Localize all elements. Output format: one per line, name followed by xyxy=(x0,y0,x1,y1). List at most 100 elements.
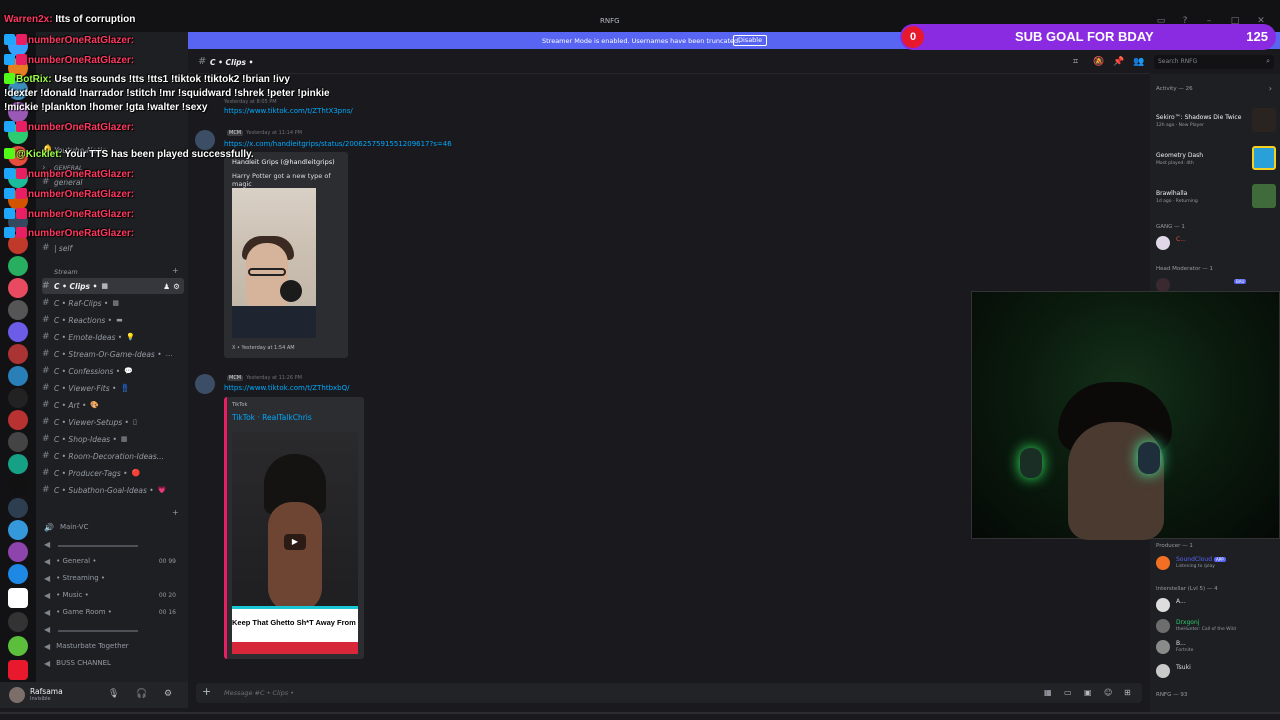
member-row[interactable]: B... Fortnite xyxy=(1156,638,1276,656)
voice-streaming[interactable]: ◀ • Streaming • xyxy=(44,571,186,585)
channel-room-decoration-ideas[interactable]: # C • Room-Decoration-Ideas... xyxy=(42,448,184,464)
channel-raf-clips[interactable]: # C • Raf-Clips • ▦ xyxy=(42,295,184,311)
streamer-mode-message: Streamer Mode is enabled. Usernames have… xyxy=(542,37,741,45)
member-row[interactable]: Tsuki xyxy=(1156,662,1276,680)
sticker-icon[interactable]: ▣ xyxy=(1084,688,1092,697)
threads-icon[interactable]: ⌗ xyxy=(1073,57,1078,67)
server-icon[interactable] xyxy=(8,454,28,474)
user-panel: Rafsama Invisible 🎙 🎧 ⚙ xyxy=(0,682,188,708)
server-icon[interactable] xyxy=(8,476,28,496)
category-stream[interactable]: Stream xyxy=(54,268,78,276)
apps-icon[interactable]: ⊞ xyxy=(1124,688,1131,697)
channel-viewer-setups[interactable]: # C • Viewer-Setups • ▯ xyxy=(42,414,184,430)
channel-shop-ideas[interactable]: # C • Shop-Ideas • ▦ xyxy=(42,431,184,447)
server-icon[interactable] xyxy=(8,388,28,408)
channel-art[interactable]: # C • Art • 🎨 xyxy=(42,397,184,413)
gif-icon[interactable]: ▭ xyxy=(1064,688,1072,697)
server-icon[interactable] xyxy=(8,256,28,276)
embed-video-thumbnail[interactable] xyxy=(232,188,316,338)
server-icon[interactable] xyxy=(8,432,28,452)
server-icon[interactable] xyxy=(8,612,28,632)
new-server-icon[interactable] xyxy=(8,660,28,680)
activity-card[interactable]: Geometry Dash Most played: 4th xyxy=(1156,146,1278,174)
server-icon[interactable] xyxy=(8,410,28,430)
server-icon[interactable] xyxy=(8,344,28,364)
server-icon[interactable] xyxy=(8,588,28,608)
channel-reactions[interactable]: # C • Reactions • ▬ xyxy=(42,312,184,328)
member-row[interactable]: C... xyxy=(1156,234,1276,252)
server-icon[interactable] xyxy=(8,322,28,342)
badge-icon xyxy=(4,121,15,132)
headphones-icon[interactable]: 🎧 xyxy=(136,689,147,699)
voice-general[interactable]: ◀ • General • 00 99 xyxy=(44,554,186,568)
gift-icon[interactable]: ▦ xyxy=(1044,688,1052,697)
add-attachment-icon[interactable]: + xyxy=(202,685,211,698)
settings-icon[interactable]: ⚙ xyxy=(164,689,172,699)
chat-message: Warren2x: Itts of corruption xyxy=(4,14,136,25)
message-composer[interactable]: + Message #C • Clips • xyxy=(196,683,1142,703)
channel-clips[interactable]: # C • Clips • ▦ ♟ ⚙ xyxy=(42,278,184,294)
channel-stream-or-game-ideas[interactable]: # C • Stream-Or-Game-Ideas •… xyxy=(42,346,184,362)
member-row[interactable]: Drxgonj theHunter: Call of the Wild xyxy=(1156,617,1276,635)
chevron-right-icon[interactable]: › xyxy=(1269,84,1272,93)
add-channel-icon[interactable]: + xyxy=(172,266,179,275)
channel-confessions[interactable]: # C • Confessions • 💬 xyxy=(42,363,184,379)
channel-producer-tags[interactable]: # C • Producer-Tags • 🔴 xyxy=(42,465,184,481)
badge-icon xyxy=(16,208,27,219)
disable-streamer-mode-button[interactable]: Disable xyxy=(733,35,768,46)
member-row[interactable]: A... xyxy=(1156,596,1276,614)
invite-icon[interactable]: ♟ xyxy=(163,282,170,291)
avatar xyxy=(1156,598,1170,612)
voice-main-vc[interactable]: 🔊 Main-VC xyxy=(44,520,186,534)
server-icon[interactable] xyxy=(8,520,28,540)
avatar[interactable] xyxy=(195,374,215,394)
chat-message: numberOneRatGlazer: xyxy=(4,121,134,133)
server-icon[interactable] xyxy=(8,366,28,386)
channel-subathon-goal-ideas[interactable]: # C • Subathon-Goal-Ideas • 💗 xyxy=(42,482,184,498)
hash-icon: # xyxy=(42,400,50,410)
channel-emote-ideas[interactable]: # C • Emote-Ideas • 💡 xyxy=(42,329,184,345)
channel-self[interactable]: # | self xyxy=(42,240,184,256)
microphone-icon[interactable]: 🎙 xyxy=(108,689,119,699)
embed-title[interactable]: TikTok · RealTalkChris xyxy=(232,413,312,422)
voice-music[interactable]: ◀ • Music • 00 20 xyxy=(44,588,186,602)
emoji-icon[interactable]: ☺ xyxy=(1104,688,1112,697)
message-link[interactable]: https://www.tiktok.com/t/ZThtbxbQ/ xyxy=(224,384,349,392)
pin-icon[interactable]: 📌 xyxy=(1113,57,1124,67)
badge-icon xyxy=(16,121,27,132)
speaker-icon: ◀ xyxy=(44,556,51,566)
badge-icon xyxy=(16,188,27,199)
server-icon[interactable] xyxy=(8,636,28,656)
activity-card[interactable]: Sekiro™: Shadows Die Twice 12h ago · New… xyxy=(1156,108,1278,136)
search-input[interactable]: Search RNFG ⌕ xyxy=(1154,55,1274,69)
member-row[interactable]: SoundCloud APP Listening to /play xyxy=(1156,554,1276,572)
server-icon[interactable] xyxy=(8,300,28,320)
avatar[interactable] xyxy=(195,130,215,150)
message-link[interactable]: https://x.com/handleitgrips/status/20062… xyxy=(224,140,452,148)
user-name[interactable]: Rafsama xyxy=(30,687,63,696)
server-icon[interactable] xyxy=(8,542,28,562)
gear-icon[interactable]: ⚙ xyxy=(173,282,180,291)
activity-header: Activity — 26 xyxy=(1156,86,1193,92)
server-icon[interactable] xyxy=(8,564,28,584)
play-icon[interactable]: ▶ xyxy=(284,534,306,550)
member-list-icon[interactable]: 👥 xyxy=(1133,57,1144,67)
notification-bell-icon[interactable]: 🔕 xyxy=(1093,57,1104,67)
embed-video-thumbnail[interactable]: ▶ Keep That Ghetto Sh*T Away From Me. PT… xyxy=(232,432,358,654)
embed-footer: X • Yesterday at 1:54 AM xyxy=(232,345,295,351)
voice-masturbate-together[interactable]: ◀ Masturbate Together xyxy=(44,639,186,653)
embed-provider: TikTok xyxy=(232,402,248,408)
voice-game-room[interactable]: ◀ • Game Room • 00 16 xyxy=(44,605,186,619)
chat-message-continued: !dexter !donald !narrador !stitch !mr !s… xyxy=(4,88,330,113)
avatar xyxy=(1156,640,1170,654)
server-icon[interactable] xyxy=(8,498,28,518)
hash-icon: # xyxy=(42,451,50,461)
badge-icon xyxy=(4,227,15,238)
message-input[interactable]: Message #C • Clips • xyxy=(224,689,294,697)
avatar[interactable] xyxy=(9,687,25,703)
voice-buss-channel[interactable]: ◀ BUSS CHANNEL xyxy=(44,656,186,670)
add-channel-icon[interactable]: + xyxy=(172,508,179,517)
channel-viewer-fits[interactable]: # C • Viewer-Fits • 👖 xyxy=(42,380,184,396)
server-icon[interactable] xyxy=(8,278,28,298)
activity-card[interactable]: Brawlhalla 1d ago · Returning xyxy=(1156,184,1278,212)
